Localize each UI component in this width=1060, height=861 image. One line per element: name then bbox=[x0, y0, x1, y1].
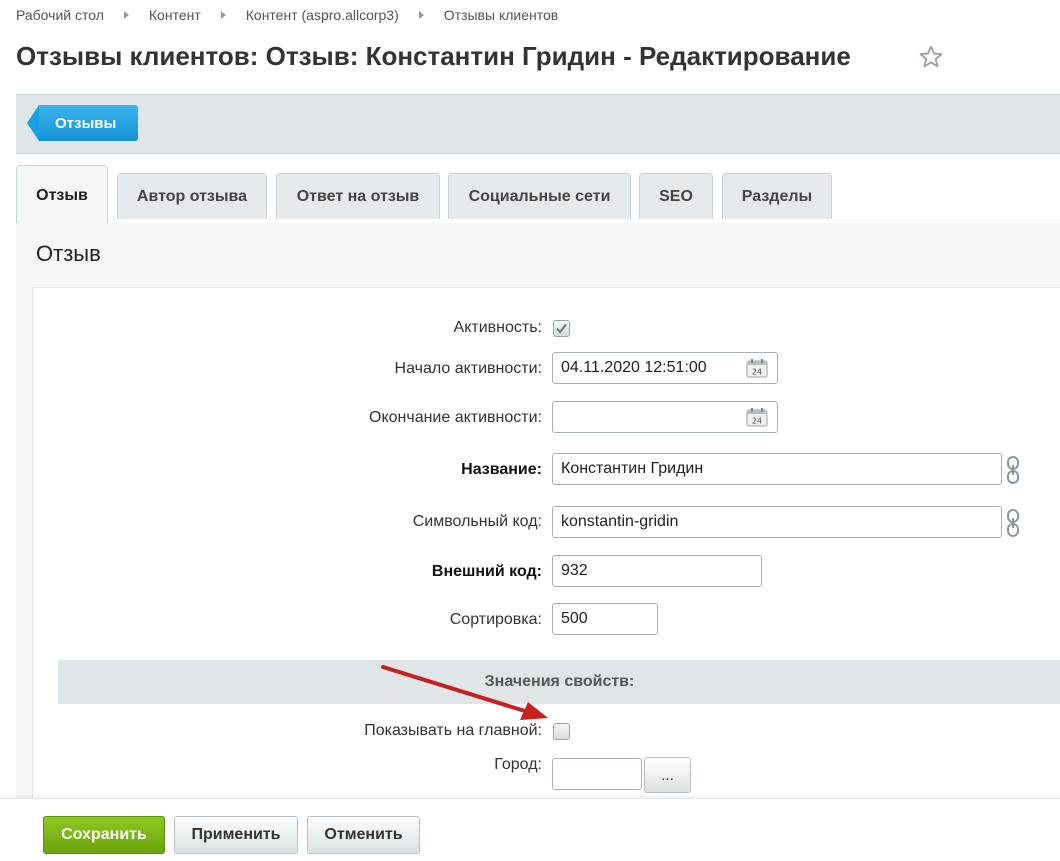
show-on-main-checkbox[interactable] bbox=[553, 723, 570, 740]
tab-content: Отзыв Активность: Начало активности: 24 … bbox=[16, 223, 1060, 799]
link-icon[interactable] bbox=[1006, 509, 1020, 542]
sort-label: Сортировка: bbox=[449, 611, 542, 628]
end-date-input[interactable] bbox=[552, 401, 778, 433]
toolbar: Отзывы bbox=[16, 94, 1060, 154]
start-date-label: Начало активности: bbox=[394, 360, 542, 377]
breadcrumb-desktop[interactable]: Рабочий стол bbox=[16, 7, 104, 23]
breadcrumb: Рабочий стол Контент Контент (aspro.allc… bbox=[16, 7, 558, 23]
show-on-main-label: Показывать на главной: bbox=[364, 722, 542, 739]
active-checkbox[interactable] bbox=[553, 320, 570, 337]
code-label: Символьный код: bbox=[412, 513, 542, 530]
back-to-reviews-button[interactable]: Отзывы bbox=[27, 105, 139, 141]
tab-answer[interactable]: Ответ на отзыв bbox=[276, 173, 440, 219]
calendar-icon[interactable]: 24 bbox=[746, 407, 768, 432]
tab-author[interactable]: Автор отзыва bbox=[117, 173, 267, 219]
city-label: Город: bbox=[494, 756, 542, 773]
tab-bar: Отзыв Автор отзыва Ответ на отзыв Социал… bbox=[16, 165, 1060, 225]
checkmark-icon bbox=[556, 323, 567, 334]
name-input[interactable] bbox=[552, 453, 1002, 485]
svg-text:24: 24 bbox=[752, 417, 762, 426]
sort-input[interactable] bbox=[552, 603, 658, 635]
active-label: Активность: bbox=[453, 319, 542, 336]
form-panel: Активность: Начало активности: 24 Оконча… bbox=[32, 287, 1060, 799]
breadcrumb-separator-icon bbox=[220, 11, 226, 19]
breadcrumb-content[interactable]: Контент bbox=[149, 7, 201, 23]
xml-id-input[interactable] bbox=[552, 555, 762, 587]
calendar-icon[interactable]: 24 bbox=[746, 358, 768, 383]
properties-header: Значения свойств: bbox=[58, 660, 1060, 704]
tab-review[interactable]: Отзыв bbox=[16, 165, 108, 225]
city-select-button[interactable]: ... bbox=[644, 757, 691, 793]
city-input[interactable] bbox=[552, 758, 642, 790]
apply-button[interactable]: Применить bbox=[174, 816, 298, 854]
back-arrow-icon bbox=[27, 105, 39, 141]
tab-seo[interactable]: SEO bbox=[639, 173, 713, 219]
save-button[interactable]: Сохранить bbox=[43, 816, 165, 854]
cancel-button[interactable]: Отменить bbox=[307, 816, 420, 854]
xml-id-label: Внешний код: bbox=[431, 563, 542, 580]
name-label: Название: bbox=[461, 461, 542, 478]
breadcrumb-separator-icon bbox=[418, 11, 424, 19]
footer-actions: Сохранить Применить Отменить bbox=[0, 798, 1060, 861]
section-title: Отзыв bbox=[36, 241, 101, 266]
star-icon[interactable] bbox=[918, 44, 944, 75]
breadcrumb-content-aspro[interactable]: Контент (aspro.allcorp3) bbox=[246, 7, 399, 23]
code-input[interactable] bbox=[552, 506, 1002, 538]
svg-text:24: 24 bbox=[752, 368, 762, 377]
end-date-label: Окончание активности: bbox=[369, 409, 542, 426]
start-date-input[interactable] bbox=[552, 352, 778, 384]
tab-sections[interactable]: Разделы bbox=[722, 173, 832, 219]
page-title: Отзывы клиентов: Отзыв: Константин Гриди… bbox=[16, 41, 851, 71]
back-button-label: Отзывы bbox=[39, 105, 139, 141]
breadcrumb-separator-icon bbox=[123, 11, 129, 19]
breadcrumb-reviews[interactable]: Отзывы клиентов bbox=[444, 7, 558, 23]
tab-social[interactable]: Социальные сети bbox=[448, 173, 631, 219]
link-icon[interactable] bbox=[1006, 456, 1020, 489]
